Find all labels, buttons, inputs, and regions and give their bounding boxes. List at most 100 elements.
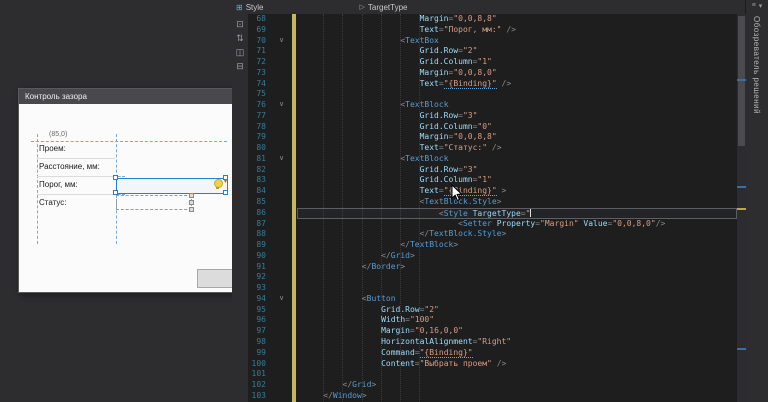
code-line[interactable]: 82 Grid.Row="3" (248, 165, 746, 176)
resize-handle[interactable] (189, 200, 194, 205)
editor-scrollbar[interactable] (737, 14, 746, 402)
code-line[interactable]: 79 Margin="0,0,8,8" (248, 132, 746, 143)
line-number: 100 (248, 359, 270, 370)
fold-margin (270, 68, 292, 79)
code-text: Content="Выбрать проем" /> (304, 359, 506, 370)
code-line[interactable]: 92 (248, 272, 746, 283)
code-line[interactable]: 100 Content="Выбрать проем" /> (248, 359, 746, 370)
code-line[interactable]: 87 <Setter Property="Margin" Value="0,0,… (248, 219, 746, 230)
scrollbar-thumb[interactable] (738, 16, 745, 146)
code-line[interactable]: 95 Grid.Row="2" (248, 305, 746, 316)
code-line[interactable]: 77 Grid.Row="3" (248, 111, 746, 122)
code-line[interactable]: 81∨ <TextBlock (248, 154, 746, 165)
code-line[interactable]: 93 (248, 283, 746, 294)
code-line[interactable]: 71 Grid.Row="2" (248, 46, 746, 57)
swap-panes-icon[interactable]: ⇅ (236, 34, 244, 43)
fold-marker-icon[interactable]: ∨ (270, 36, 292, 47)
chevron-down-icon[interactable]: ▾ (759, 2, 763, 10)
code-line[interactable]: 69 Text="Порог, мм:" /> (248, 25, 746, 36)
code-line[interactable]: 96 Width="100" (248, 315, 746, 326)
change-indicator (292, 219, 296, 230)
resize-handle[interactable] (189, 193, 194, 198)
line-number: 98 (248, 337, 270, 348)
secondary-adorner[interactable] (116, 195, 192, 210)
nav-item-style-label: Style (246, 3, 264, 12)
fold-margin (270, 165, 292, 176)
resize-handle[interactable] (113, 175, 118, 180)
code-line[interactable]: 102 </Grid> (248, 380, 746, 391)
code-line[interactable]: 83 Grid.Column="1" (248, 175, 746, 186)
resize-handle[interactable] (223, 190, 228, 195)
code-line[interactable]: 88 </TextBlock.Style> (248, 229, 746, 240)
code-text: Grid.Row="2" (304, 46, 477, 57)
code-line[interactable]: 78 Grid.Column="0" (248, 122, 746, 133)
change-indicator (292, 79, 296, 90)
code-line[interactable]: 86 <Style TargetType=" (248, 208, 746, 219)
code-line[interactable]: 98 HorizontalAlignment="Right" (248, 337, 746, 348)
code-line[interactable]: 84 Text="{Binding}" > (248, 186, 746, 197)
change-indicator (292, 100, 296, 111)
code-line[interactable]: 103 </Window> (248, 391, 746, 402)
resize-handle[interactable] (189, 207, 194, 212)
code-line[interactable]: 68 Margin="0,0,8,8" (248, 14, 746, 25)
code-line[interactable]: 91 </Border> (248, 262, 746, 273)
code-line[interactable]: 76∨ <TextBlock (248, 100, 746, 111)
chevron-down-icon[interactable]: ▾ (224, 178, 227, 185)
code-line[interactable]: 85 <TextBlock.Style> (248, 197, 746, 208)
change-indicator (292, 262, 296, 273)
fold-marker-icon[interactable]: ∨ (270, 294, 292, 305)
fold-margin (270, 229, 292, 240)
designer-button[interactable] (197, 269, 233, 288)
code-line[interactable]: 97 Margin="0,16,0,0" (248, 326, 746, 337)
code-line[interactable]: 73 Margin="0,0,8,0" (248, 68, 746, 79)
line-number: 85 (248, 197, 270, 208)
designer-form[interactable]: (85,0) ▾ Проем:Расстояние, мм:Порог, мм:… (19, 104, 233, 292)
fold-margin (270, 143, 292, 154)
change-indicator (292, 154, 296, 165)
lightbulb-icon[interactable] (214, 179, 223, 188)
fold-margin (270, 14, 292, 25)
selection-adorner[interactable] (116, 178, 228, 194)
fold-marker-icon[interactable]: ∨ (270, 154, 292, 165)
solution-explorer-tab[interactable]: Обозреватель решений (752, 16, 761, 114)
form-label[interactable]: Расстояние, мм: (39, 162, 100, 171)
change-indicator (292, 283, 296, 294)
collapsed-tool-panel[interactable]: ≡▾ Обозреватель решений (745, 0, 768, 402)
code-text: Text="Статус:" /> (304, 143, 502, 154)
split-vertical-icon[interactable]: ◫ (236, 48, 245, 57)
xaml-designer-canvas[interactable]: Контроль зазора (85,0) (0, 0, 232, 402)
code-line[interactable]: 70∨ <TextBox (248, 36, 746, 47)
code-text: Margin="0,0,8,8" (304, 132, 497, 143)
split-horizontal-icon[interactable]: ⊟ (236, 62, 244, 71)
line-number: 87 (248, 219, 270, 230)
code-editor[interactable]: 68 Margin="0,0,8,8"69 Text="Порог, мм:" … (248, 14, 746, 402)
code-line[interactable]: 74 Text="{Binding}" /> (248, 79, 746, 90)
grid-adorner-line (31, 141, 227, 142)
form-label[interactable]: Порог, мм: (39, 180, 78, 189)
line-number: 73 (248, 68, 270, 79)
nav-item-style[interactable]: ⊞ Style (236, 3, 264, 12)
line-number: 75 (248, 89, 270, 100)
code-line[interactable]: 101 (248, 369, 746, 380)
code-line[interactable]: 89 </TextBlock> (248, 240, 746, 251)
editor-navigation-bar: ⊞ Style ▷ TargetType (232, 0, 746, 14)
form-label[interactable]: Статус: (39, 198, 67, 207)
line-number: 99 (248, 348, 270, 359)
code-line[interactable]: 99 Command="{Binding}" (248, 348, 746, 359)
change-indicator (292, 57, 296, 68)
code-line[interactable]: 94∨ <Button (248, 294, 746, 305)
nav-item-targettype[interactable]: ▷ TargetType (360, 3, 408, 12)
code-line[interactable]: 90 </Grid> (248, 251, 746, 262)
design-view-icon[interactable]: ⊡ (236, 20, 244, 29)
form-label[interactable]: Проем: (39, 144, 66, 153)
code-line[interactable]: 72 Grid.Column="1" (248, 57, 746, 68)
code-lines: 68 Margin="0,0,8,8"69 Text="Порог, мм:" … (248, 14, 746, 402)
fold-marker-icon[interactable]: ∨ (270, 100, 292, 111)
code-line[interactable]: 80 Text="Статус:" /> (248, 143, 746, 154)
line-number: 96 (248, 315, 270, 326)
panel-menu-icon[interactable]: ≡ (752, 2, 756, 10)
code-line[interactable]: 75 (248, 89, 746, 100)
change-indicator (292, 315, 296, 326)
designer-code-splitter[interactable]: ⊡ ⇅ ◫ ⊟ (232, 14, 249, 402)
designer-preview-window[interactable]: Контроль зазора (85,0) (18, 88, 234, 293)
